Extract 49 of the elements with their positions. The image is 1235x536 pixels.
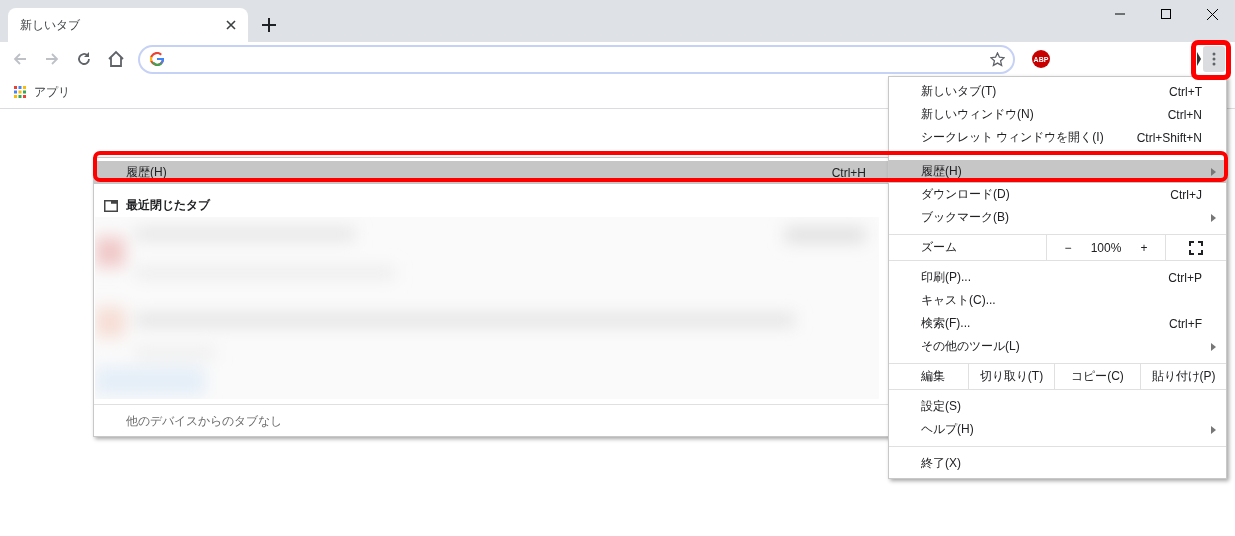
edit-action-button[interactable]: 切り取り(T) [968,364,1054,389]
menu-item[interactable]: ヘルプ(H) [889,418,1226,441]
tab-window-icon [104,199,118,212]
bookmark-star-icon[interactable] [990,51,1005,67]
edit-action-button[interactable]: 貼り付け(P) [1140,364,1226,389]
close-icon [1206,8,1218,20]
edit-label: 編集 [920,368,946,385]
submenu-arrow-icon [1211,167,1216,176]
submenu-arrow-icon [1211,213,1216,222]
menu-item[interactable]: その他のツール(L) [889,335,1226,358]
fullscreen-icon [1189,240,1203,255]
search-engine-icon [150,52,164,66]
submenu-arrow-icon [1211,425,1216,434]
maximize-icon [1161,9,1171,19]
menu-item[interactable]: 検索(F)... Ctrl+F [889,312,1226,335]
forward-arrow-icon [44,51,60,67]
menu-item[interactable]: 新しいタブ(T) Ctrl+T [889,80,1226,103]
shortcut-label: Ctrl+N [1167,107,1202,122]
home-icon [107,50,125,68]
menu-item[interactable]: シークレット ウィンドウを開く(I) Ctrl+Shift+N [889,126,1226,149]
extension-icon[interactable] [1197,52,1201,66]
empty-message: 他のデバイスからのタブなし [125,413,283,430]
close-icon[interactable] [226,20,236,30]
menu-item[interactable]: 終了(X) [889,452,1226,475]
shortcut-label: Ctrl+H [831,165,866,180]
submenu-arrow-icon [1211,342,1216,351]
reload-icon [76,51,92,67]
menu-item[interactable]: キャスト(C)... [889,289,1226,312]
menu-item[interactable]: 印刷(P)... Ctrl+P [889,266,1226,289]
shortcut-label: Ctrl+J [1170,187,1202,202]
menu-item[interactable]: 新しいウィンドウ(N) Ctrl+N [889,103,1226,126]
zoom-value: 100% [1089,240,1123,255]
bookmark-item[interactable]: アプリ [14,83,70,101]
back-arrow-icon [12,51,28,67]
shortcut-label: Ctrl+Shift+N [1136,130,1202,145]
section-heading: 最近閉じたタブ [126,197,210,214]
shortcut-label: Ctrl+P [1168,270,1202,285]
shortcut-label: Ctrl+F [1169,316,1202,331]
zoom-label: ズーム [920,239,958,256]
menu-item[interactable]: 設定(S) [889,395,1226,418]
menu-item[interactable]: ブックマーク(B) [889,206,1226,229]
apps-grid-icon [14,86,26,98]
menu-item[interactable]: ダウンロード(D) Ctrl+J [889,183,1226,206]
zoom-in-button[interactable]: + [1124,240,1164,255]
vertical-dots-icon [1212,52,1216,66]
browser-tab[interactable]: 新しいタブ [8,8,248,42]
shortcut-label: Ctrl+T [1169,84,1202,99]
edit-action-button[interactable]: コピー(C) [1054,364,1140,389]
zoom-out-button[interactable]: − [1048,240,1088,255]
